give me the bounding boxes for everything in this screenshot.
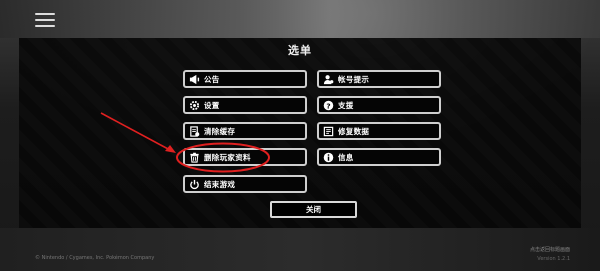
footer-hint: 点击返回标题画面 [529,247,570,253]
repair-icon [323,126,334,137]
support-button[interactable]: ? 支援 [317,96,441,114]
info-button[interactable]: 信息 [317,148,441,166]
trash-icon [189,152,200,163]
repair-data-button[interactable]: 修复数据 [317,122,441,140]
settings-button[interactable]: 设置 [183,96,307,114]
megaphone-icon [189,74,200,85]
announcement-button[interactable]: 公告 [183,70,307,88]
background-top-strip [0,0,600,38]
close-button[interactable]: 关闭 [270,201,357,218]
info-label: 信息 [338,152,354,162]
background-bottom-strip [0,228,600,271]
delete-player-data-label: 删除玩家资料 [204,152,251,162]
question-icon: ? [323,100,334,111]
support-label: 支援 [338,100,354,110]
version-text: Version 1.2.1 [537,256,570,262]
power-icon [189,179,200,190]
account-check-button[interactable]: 帐号提示 [317,70,441,88]
quit-game-button[interactable]: 结束游戏 [183,175,307,193]
clear-cache-label: 清除缓存 [204,126,236,136]
modal-title: 选单 [288,44,312,57]
clear-cache-button[interactable]: 清除缓存 [183,122,307,140]
user-icon [323,74,334,85]
repair-data-label: 修复数据 [338,126,370,136]
settings-label: 设置 [204,100,220,110]
info-icon [323,152,334,163]
hamburger-menu-icon[interactable] [35,13,55,27]
gear-icon [189,100,200,111]
account-check-label: 帐号提示 [338,74,370,84]
cache-icon [189,125,200,137]
announcement-label: 公告 [204,74,220,84]
quit-game-label: 结束游戏 [204,179,236,189]
delete-player-data-button[interactable]: 删除玩家资料 [183,148,307,166]
svg-text:?: ? [326,101,330,110]
copyright-text: © Nintendo / Cygames, Inc. Pokémon Compa… [35,255,155,261]
